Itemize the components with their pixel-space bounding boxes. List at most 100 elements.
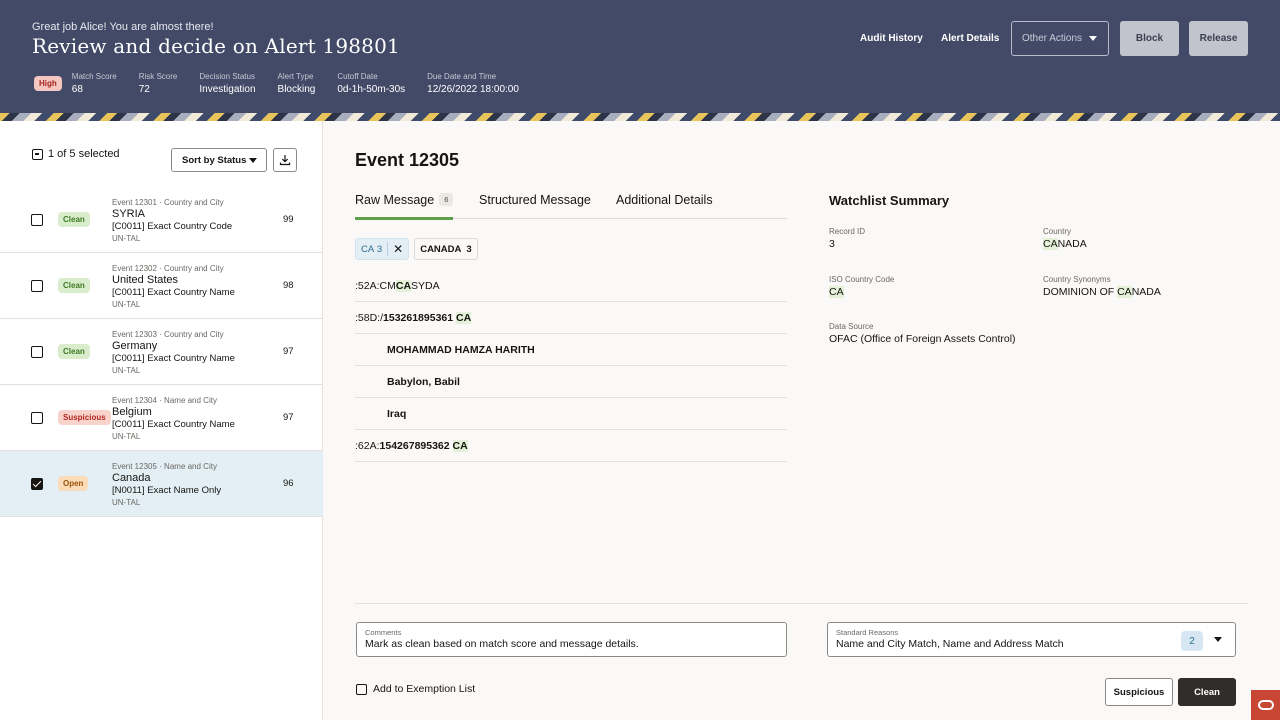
event-info: Event 12303 · Country and City Germany [… (112, 330, 235, 375)
page-title: Review and decide on Alert 198801 (32, 34, 400, 58)
message-line-city: Babylon, Babil (355, 366, 787, 398)
watchlist-summary-title: Watchlist Summary (829, 193, 950, 208)
meta-cutoff-date: Cutoff Date 0d-1h-50m-30s (337, 72, 406, 95)
match-highlight: CA (1043, 238, 1058, 250)
list-item[interactable]: Clean Event 12301 · Country and City SYR… (0, 187, 323, 253)
row-checkbox[interactable] (31, 346, 43, 358)
event-category: Country and City (164, 264, 224, 273)
reasons-count-badge: 2 (1181, 631, 1203, 651)
chip-separator (387, 242, 389, 256)
tab-structured-message[interactable]: Structured Message (479, 193, 591, 207)
release-button[interactable]: Release (1189, 21, 1248, 56)
chip-count: 3 (376, 243, 383, 255)
exemption-label: Add to Exemption List (373, 683, 476, 695)
meta-decision-status: Decision Status Investigation (199, 72, 256, 95)
watchlist-name: UN-TAL (112, 234, 141, 243)
event-id: Event 12304 (112, 396, 157, 405)
selection-count: 1 of 5 selected (48, 148, 120, 160)
audit-history-link[interactable]: Audit History (860, 33, 923, 44)
event-rule: [N0011] Exact Name Only (112, 485, 222, 496)
status-badge: Clean (58, 212, 90, 227)
event-detail-panel: Event 12305 Raw Message 6 Structured Mess… (323, 121, 1280, 720)
comments-value[interactable]: Mark as clean based on match score and m… (365, 638, 778, 650)
list-item[interactable]: Suspicious Event 12304 · Name and City B… (0, 385, 323, 451)
event-country: United States (112, 274, 179, 286)
row-checkbox[interactable] (31, 280, 43, 292)
event-list-panel: 1 of 5 selected Sort by Status Clean Eve… (0, 121, 323, 720)
event-category: Name and City (164, 396, 217, 405)
watchlist-name: UN-TAL (112, 432, 141, 441)
country-field: Country CANADA (1043, 227, 1087, 250)
event-rule: [C0011] Exact Country Name (112, 353, 235, 364)
checkbox-icon[interactable] (356, 683, 367, 695)
event-score: 97 (283, 412, 294, 423)
tab-label: Raw Message (355, 193, 435, 207)
watchlist-name: UN-TAL (112, 366, 141, 375)
match-highlight: CA (456, 311, 472, 324)
block-button[interactable]: Block (1120, 21, 1179, 56)
message-line-name: MOHAMMAD HAMZA HARITH (355, 334, 787, 366)
row-checkbox[interactable] (31, 412, 43, 424)
watchlist-name: UN-TAL (112, 498, 141, 507)
chip-label: CANADA (420, 243, 462, 255)
country-synonyms-field: Country Synonyms DOMINION OF CANADA (1043, 275, 1161, 298)
standard-reasons-select[interactable]: Standard Reasons Name and City Match, Na… (827, 622, 1236, 657)
event-id: Event 12305 (112, 462, 157, 471)
match-highlight: CA (395, 279, 412, 292)
reasons-value: Name and City Match, Name and Address Ma… (836, 638, 1064, 650)
clean-button[interactable]: Clean (1178, 678, 1236, 706)
match-highlight: CA (829, 286, 844, 298)
event-id: Event 12302 (112, 264, 157, 273)
match-filter-chips: CA 3 ✕ CANADA 3 (355, 238, 478, 260)
chip-count: 3 (466, 243, 472, 255)
chip-canada[interactable]: CANADA 3 (414, 238, 478, 260)
list-item[interactable]: Open Event 12305 · Name and City Canada … (0, 451, 323, 517)
other-actions-label: Other Actions (1022, 33, 1083, 44)
alert-details-link[interactable]: Alert Details (941, 33, 999, 44)
oracle-logo-icon[interactable] (1251, 690, 1280, 720)
raw-message: :52A:CM CA SYDA :58D:/153261895361 CA MOHA… (355, 270, 787, 462)
exemption-checkbox[interactable]: Add to Exemption List (356, 683, 475, 695)
row-checkbox[interactable] (31, 214, 43, 226)
message-line-country: Iraq (355, 398, 787, 430)
sort-dropdown[interactable]: Sort by Status (171, 148, 267, 172)
sort-label: Sort by Status (182, 154, 247, 166)
event-country: Belgium (112, 406, 152, 418)
divider (355, 603, 1248, 604)
message-line: :62A: 154267895362 CA (355, 430, 787, 462)
event-score: 96 (283, 478, 294, 489)
meta-due-date: Due Date and Time 12/26/2022 18:00:00 (427, 72, 519, 95)
status-badge: Suspicious (58, 410, 111, 425)
event-info: Event 12305 · Name and City Canada [N001… (112, 462, 222, 507)
list-item[interactable]: Clean Event 12303 · Country and City Ger… (0, 319, 323, 385)
reasons-label: Standard Reasons (836, 628, 899, 637)
event-id: Event 12301 (112, 198, 157, 207)
row-checkbox[interactable] (31, 478, 43, 490)
alert-header: Great job Alice! You are almost there! R… (0, 0, 1280, 113)
status-badge: Clean (58, 344, 90, 359)
list-item[interactable]: Clean Event 12302 · Country and City Uni… (0, 253, 323, 319)
indeterminate-checkbox-icon[interactable] (32, 148, 43, 160)
message-tabs: Raw Message 6 Structured Message Addition… (355, 191, 787, 220)
meta-alert-type: Alert Type Blocking (277, 72, 316, 95)
comments-field[interactable]: Comments Mark as clean based on match sc… (356, 622, 787, 657)
event-country: Germany (112, 340, 158, 352)
message-line: :58D:/153261895361 CA (355, 302, 787, 334)
event-info: Event 12302 · Country and City United St… (112, 264, 235, 309)
chip-ca[interactable]: CA 3 ✕ (355, 238, 410, 260)
event-info: Event 12304 · Name and City Belgium [C00… (112, 396, 235, 441)
status-badge: Clean (58, 278, 90, 293)
iso-code-field: ISO Country Code CA (829, 275, 895, 298)
selection-summary[interactable]: 1 of 5 selected (32, 148, 120, 160)
tab-additional-details[interactable]: Additional Details (616, 193, 713, 207)
suspicious-button[interactable]: Suspicious (1105, 678, 1173, 706)
event-info: Event 12301 · Country and City SYRIA [C0… (112, 198, 233, 243)
close-icon[interactable]: ✕ (393, 242, 403, 256)
match-highlight: CA (452, 439, 468, 452)
tab-raw-message[interactable]: Raw Message 6 (355, 193, 454, 220)
download-button[interactable] (273, 148, 297, 172)
other-actions-dropdown[interactable]: Other Actions (1011, 21, 1109, 56)
watchlist-name: UN-TAL (112, 300, 141, 309)
chevron-down-icon[interactable] (1214, 637, 1222, 642)
match-highlight: CA (1117, 286, 1132, 298)
